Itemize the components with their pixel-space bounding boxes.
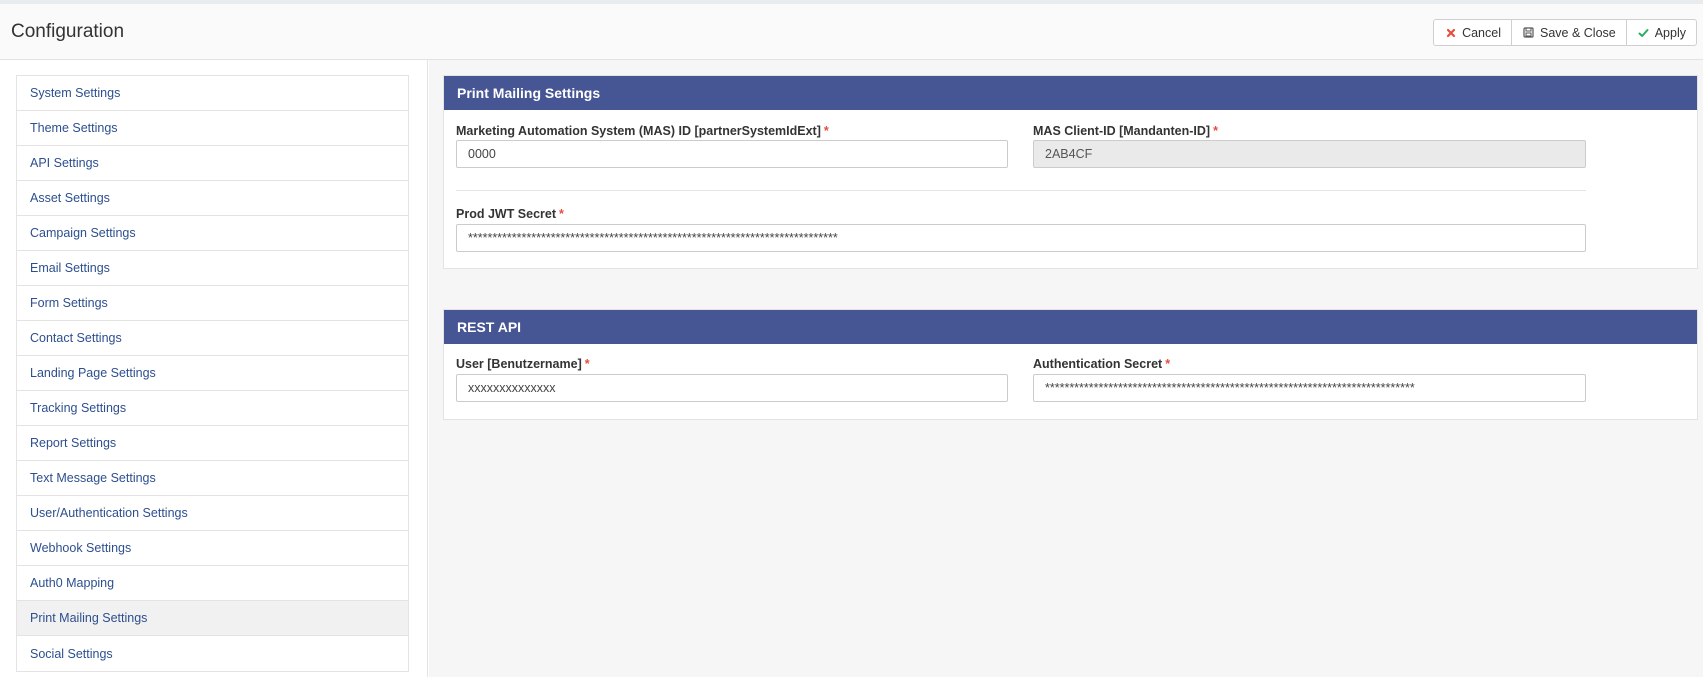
print-mailing-panel: Print Mailing Settings Marketing Automat… — [443, 75, 1698, 269]
sidebar-item-webhook-settings[interactable]: Webhook Settings — [17, 531, 408, 566]
client-id-input: 2AB4CF — [1033, 140, 1586, 168]
apply-button-label: Apply — [1654, 25, 1686, 40]
sidebar-item-landing-page-settings[interactable]: Landing Page Settings — [17, 356, 408, 391]
sidebar-item-social-settings[interactable]: Social Settings — [17, 636, 408, 671]
print-mailing-panel-title: Print Mailing Settings — [444, 76, 1697, 110]
jwt-secret-input[interactable]: ****************************************… — [456, 224, 1586, 252]
sidebar-item-contact-settings[interactable]: Contact Settings — [17, 321, 408, 356]
sidebar-item-theme-settings[interactable]: Theme Settings — [17, 111, 408, 146]
user-label-text: User [Benutzername] — [456, 357, 582, 371]
rest-api-panel-title: REST API — [444, 310, 1697, 344]
sidebar-item-tracking-settings[interactable]: Tracking Settings — [17, 391, 408, 426]
required-marker: * — [1165, 357, 1171, 371]
required-marker: * — [823, 124, 829, 138]
cancel-button[interactable]: Cancel — [1433, 19, 1512, 46]
mas-id-label: Marketing Automation System (MAS) ID [pa… — [456, 124, 829, 138]
main-content: Print Mailing Settings Marketing Automat… — [429, 60, 1703, 677]
client-id-label: MAS Client-ID [Mandanten-ID] * — [1033, 124, 1218, 138]
sidebar-item-system-settings[interactable]: System Settings — [17, 76, 408, 111]
user-label: User [Benutzername] * — [456, 357, 590, 371]
auth-secret-label-text: Authentication Secret — [1033, 357, 1163, 371]
client-id-label-text: MAS Client-ID [Mandanten-ID] — [1033, 124, 1211, 138]
action-buttons: Cancel Save & Close Apply — [1433, 19, 1697, 46]
sidebar-item-user-authentication-settings[interactable]: User/Authentication Settings — [17, 496, 408, 531]
sidebar-item-email-settings[interactable]: Email Settings — [17, 251, 408, 286]
check-icon — [1638, 27, 1650, 39]
apply-button[interactable]: Apply — [1625, 19, 1697, 46]
save-close-button-label: Save & Close — [1539, 25, 1616, 40]
sidebar-item-auth0-mapping[interactable]: Auth0 Mapping — [17, 566, 408, 601]
jwt-secret-label: Prod JWT Secret * — [456, 207, 564, 221]
save-close-button[interactable]: Save & Close — [1510, 19, 1627, 46]
sidebar-item-api-settings[interactable]: API Settings — [17, 146, 408, 181]
sidebar-area: System Settings Theme Settings API Setting… — [0, 60, 428, 677]
rest-api-panel: REST API User [Benutzername] * xxxxxxxxxx… — [443, 309, 1698, 420]
mas-id-label-text: Marketing Automation System (MAS) ID [pa… — [456, 124, 821, 138]
auth-secret-label: Authentication Secret * — [1033, 357, 1170, 371]
auth-secret-input[interactable]: ****************************************… — [1033, 374, 1586, 402]
mas-id-input[interactable]: 0000 — [456, 140, 1008, 168]
sidebar-item-campaign-settings[interactable]: Campaign Settings — [17, 216, 408, 251]
sidebar-item-print-mailing-settings[interactable]: Print Mailing Settings — [17, 601, 408, 636]
sidebar-item-report-settings[interactable]: Report Settings — [17, 426, 408, 461]
user-input[interactable]: xxxxxxxxxxxxxx — [456, 374, 1008, 402]
page-header: Configuration Cancel Save & Close Apply — [0, 4, 1703, 60]
required-marker: * — [1213, 124, 1218, 138]
sidebar-item-asset-settings[interactable]: Asset Settings — [17, 181, 408, 216]
page-title: Configuration — [11, 21, 125, 42]
sidebar-item-text-message-settings[interactable]: Text Message Settings — [17, 461, 408, 496]
required-marker: * — [559, 207, 564, 221]
required-marker: * — [584, 357, 590, 371]
sidebar-item-form-settings[interactable]: Form Settings — [17, 286, 408, 321]
save-icon — [1523, 27, 1535, 39]
close-icon — [1445, 27, 1457, 39]
divider — [456, 190, 1586, 191]
cancel-button-label: Cancel — [1462, 25, 1501, 40]
jwt-secret-label-text: Prod JWT Secret — [456, 207, 557, 221]
settings-nav: System Settings Theme Settings API Setting… — [16, 75, 409, 672]
